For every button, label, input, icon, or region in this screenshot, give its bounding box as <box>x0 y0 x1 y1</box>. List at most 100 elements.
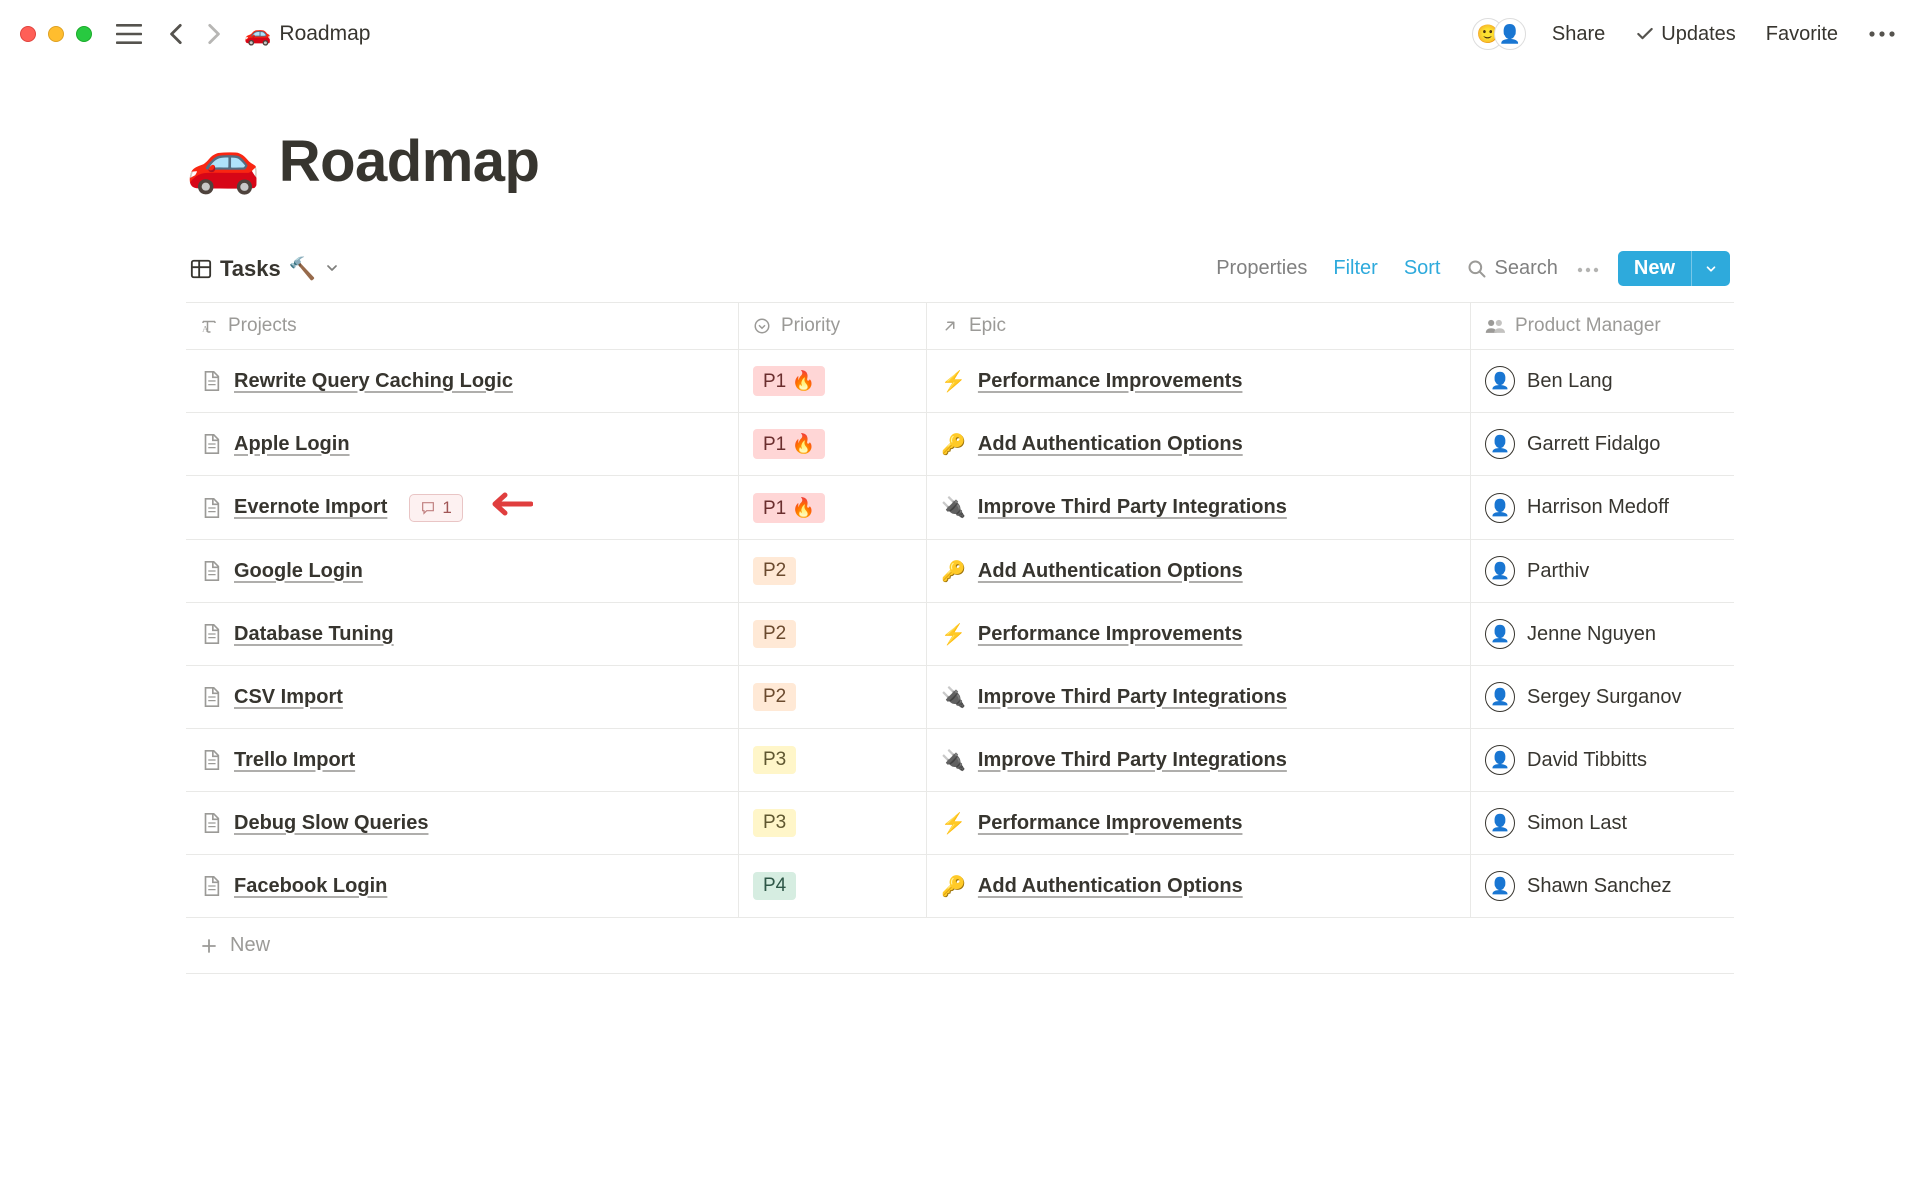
updates-button[interactable]: Updates <box>1635 23 1736 46</box>
priority-cell[interactable]: P2 <box>738 603 926 665</box>
epic-link[interactable]: Improve Third Party Integrations <box>978 686 1287 709</box>
epic-link[interactable]: Improve Third Party Integrations <box>978 749 1287 772</box>
epic-cell[interactable]: 🔑Add Authentication Options <box>926 413 1470 475</box>
priority-cell[interactable]: P1 🔥 <box>738 350 926 412</box>
sort-button[interactable]: Sort <box>1404 257 1441 280</box>
pm-cell[interactable]: 👤David Tibbitts <box>1470 729 1734 791</box>
epic-link[interactable]: Performance Improvements <box>978 370 1243 393</box>
more-menu-button[interactable] <box>1868 29 1896 39</box>
epic-cell[interactable]: 🔌Improve Third Party Integrations <box>926 729 1470 791</box>
epic-link[interactable]: Add Authentication Options <box>978 560 1243 583</box>
project-cell[interactable]: Apple Login <box>186 413 738 475</box>
back-button[interactable] <box>164 21 190 47</box>
table-row[interactable]: Rewrite Query Caching Logic P1 🔥⚡Performa… <box>186 350 1734 413</box>
epic-cell[interactable]: 🔌Improve Third Party Integrations <box>926 476 1470 539</box>
new-record-main[interactable]: New <box>1618 251 1691 286</box>
page-icon[interactable]: 🚗 <box>186 132 261 192</box>
table-row[interactable]: Database Tuning P2⚡Performance Improvemen… <box>186 603 1734 666</box>
view-more-button[interactable] <box>1576 258 1600 279</box>
project-cell[interactable]: Google Login <box>186 540 738 602</box>
table-row[interactable]: CSV Import P2🔌Improve Third Party Integra… <box>186 666 1734 729</box>
view-switcher[interactable]: Tasks 🔨 <box>190 256 340 282</box>
comment-count-badge[interactable]: 1 <box>409 494 462 522</box>
epic-link[interactable]: Add Authentication Options <box>978 875 1243 898</box>
project-name[interactable]: Debug Slow Queries <box>234 812 428 835</box>
pm-cell[interactable]: 👤Sergey Surganov <box>1470 666 1734 728</box>
column-label: Epic <box>969 315 1006 337</box>
project-cell[interactable]: Evernote Import 1 <box>186 476 738 539</box>
project-cell[interactable]: Rewrite Query Caching Logic <box>186 350 738 412</box>
pm-cell[interactable]: 👤Parthiv <box>1470 540 1734 602</box>
table-row[interactable]: Debug Slow Queries P3⚡Performance Improve… <box>186 792 1734 855</box>
share-button[interactable]: Share <box>1552 23 1605 46</box>
epic-cell[interactable]: ⚡Performance Improvements <box>926 603 1470 665</box>
priority-cell[interactable]: P1 🔥 <box>738 476 926 539</box>
pm-cell[interactable]: 👤Jenne Nguyen <box>1470 603 1734 665</box>
epic-cell[interactable]: ⚡Performance Improvements <box>926 350 1470 412</box>
table-row[interactable]: Evernote Import 1 P1 🔥🔌Improve Third Party… <box>186 476 1734 540</box>
epic-cell[interactable]: ⚡Performance Improvements <box>926 792 1470 854</box>
add-row-button[interactable]: New <box>186 918 1734 974</box>
priority-cell[interactable]: P3 <box>738 729 926 791</box>
minimize-window-button[interactable] <box>48 26 64 42</box>
project-name[interactable]: Evernote Import <box>234 496 387 519</box>
epic-link[interactable]: Add Authentication Options <box>978 433 1243 456</box>
epic-link[interactable]: Improve Third Party Integrations <box>978 496 1287 519</box>
breadcrumb[interactable]: 🚗 Roadmap <box>244 21 370 47</box>
priority-cell[interactable]: P3 <box>738 792 926 854</box>
pm-cell[interactable]: 👤Harrison Medoff <box>1470 476 1734 539</box>
project-name[interactable]: Facebook Login <box>234 875 387 898</box>
project-cell[interactable]: Database Tuning <box>186 603 738 665</box>
priority-tag: P2 <box>753 557 796 585</box>
forward-button[interactable] <box>200 21 226 47</box>
priority-cell[interactable]: P2 <box>738 540 926 602</box>
project-cell[interactable]: Trello Import <box>186 729 738 791</box>
favorite-button[interactable]: Favorite <box>1766 23 1838 46</box>
pm-cell[interactable]: 👤Garrett Fidalgo <box>1470 413 1734 475</box>
search-button[interactable]: Search <box>1467 257 1558 280</box>
project-name[interactable]: Trello Import <box>234 749 355 772</box>
table-row[interactable]: Google Login P2 🔑Add Authentication Option… <box>186 540 1734 603</box>
project-name[interactable]: Database Tuning <box>234 623 394 646</box>
search-icon <box>1467 259 1487 279</box>
priority-cell[interactable]: P1 🔥 <box>738 413 926 475</box>
column-header-pm[interactable]: Product Manager <box>1470 303 1734 349</box>
properties-button[interactable]: Properties <box>1216 257 1307 280</box>
person-name: Shawn Sanchez <box>1527 875 1672 898</box>
column-header-priority[interactable]: Priority <box>738 303 926 349</box>
priority-cell[interactable]: P2 <box>738 666 926 728</box>
close-window-button[interactable] <box>20 26 36 42</box>
pm-cell[interactable]: 👤Shawn Sanchez <box>1470 855 1734 917</box>
zoom-window-button[interactable] <box>76 26 92 42</box>
column-header-projects[interactable]: A Projects <box>186 303 738 349</box>
table-row[interactable]: Facebook Login P4🔑Add Authentication Opti… <box>186 855 1734 918</box>
epic-link[interactable]: Performance Improvements <box>978 812 1243 835</box>
person-name: Garrett Fidalgo <box>1527 433 1660 456</box>
priority-cell[interactable]: P4 <box>738 855 926 917</box>
table-row[interactable]: Apple Login P1 🔥🔑Add Authentication Optio… <box>186 413 1734 476</box>
presence-avatars[interactable]: 🙂 👤 <box>1482 18 1526 50</box>
sidebar-toggle-icon[interactable] <box>116 23 142 45</box>
project-name[interactable]: Apple Login <box>234 433 350 456</box>
project-cell[interactable]: Facebook Login <box>186 855 738 917</box>
person-name: David Tibbitts <box>1527 749 1647 772</box>
updates-label: Updates <box>1661 23 1736 46</box>
pm-cell[interactable]: 👤Simon Last <box>1470 792 1734 854</box>
epic-link[interactable]: Performance Improvements <box>978 623 1243 646</box>
project-cell[interactable]: Debug Slow Queries <box>186 792 738 854</box>
person-name: Simon Last <box>1527 812 1627 835</box>
project-name[interactable]: Rewrite Query Caching Logic <box>234 370 513 393</box>
pm-cell[interactable]: 👤Ben Lang <box>1470 350 1734 412</box>
column-header-epic[interactable]: Epic <box>926 303 1470 349</box>
page-title[interactable]: Roadmap <box>279 128 540 195</box>
epic-cell[interactable]: 🔌Improve Third Party Integrations <box>926 666 1470 728</box>
new-record-dropdown[interactable] <box>1691 251 1730 286</box>
project-cell[interactable]: CSV Import <box>186 666 738 728</box>
epic-cell[interactable]: 🔑Add Authentication Options <box>926 855 1470 917</box>
project-name[interactable]: CSV Import <box>234 686 343 709</box>
person-name: Ben Lang <box>1527 370 1613 393</box>
table-row[interactable]: Trello Import P3🔌Improve Third Party Inte… <box>186 729 1734 792</box>
project-name[interactable]: Google Login <box>234 560 363 583</box>
epic-cell[interactable]: 🔑Add Authentication Options <box>926 540 1470 602</box>
filter-button[interactable]: Filter <box>1333 257 1377 280</box>
